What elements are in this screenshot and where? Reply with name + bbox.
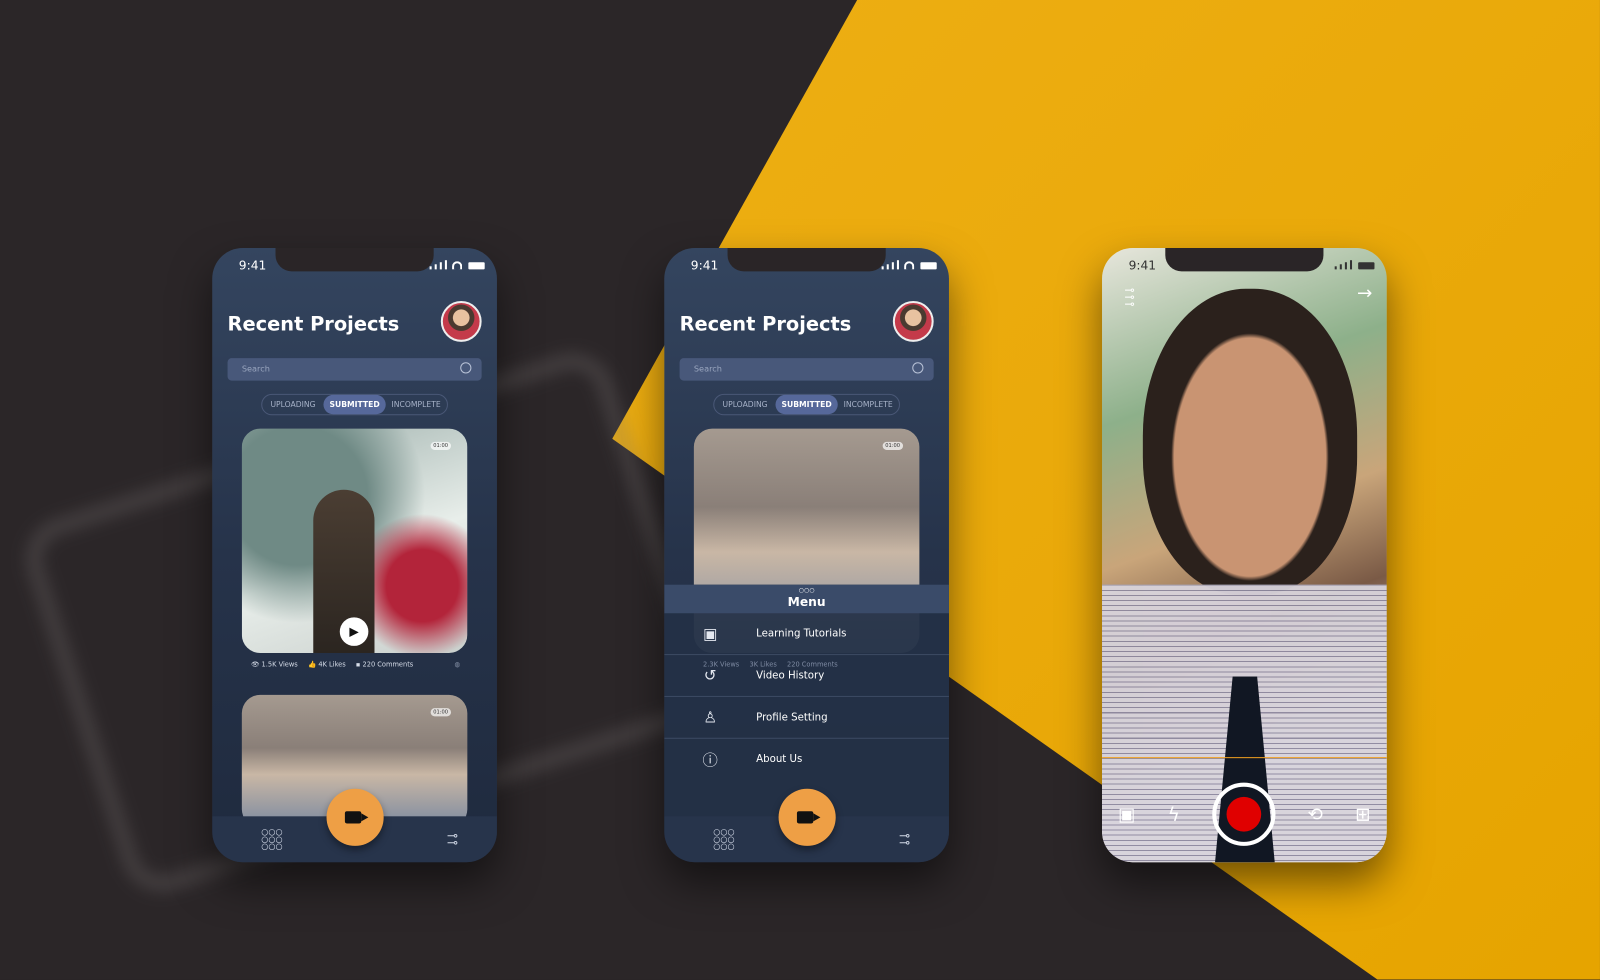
tab-submitted[interactable]: SUBMITTED [323,394,386,415]
grid-menu-icon[interactable]: ○○○ ○○○ ○○○ [713,828,734,850]
menu-item-about-us[interactable]: ⓘ About Us [664,739,949,781]
filter-sliders-icon[interactable]: ⊸ ⊸ [899,829,910,849]
video-tutorial-icon: ▣ [702,624,718,643]
history-icon: ↺ [703,666,717,685]
phone-menu-open: 9:41 Recent Projects Search UPLOADING SU… [664,247,949,863]
avatar[interactable] [440,301,482,342]
comments-count: ▪ 220 Comments [355,660,414,669]
video-stats: 👁 1.5K Views 👍 4K Likes ▪ 220 Comments ◍ [251,660,460,668]
phone-camera-recording: 9:41 ⊸ ⊸ ⊸ → ▣ ϟ ⟲ ⊞ [1102,247,1387,863]
page-title: Recent Projects [679,313,852,336]
status-time: 9:41 [1128,258,1157,273]
search-icon[interactable] [912,362,924,374]
menu-item-label: Video History [756,669,825,682]
record-video-button[interactable] [326,788,384,846]
gallery-video-icon[interactable]: ▣ [1118,804,1135,825]
phone-recent-projects: 9:41 Recent Projects Search UPLOADING SU… [212,247,497,863]
wifi-icon [452,261,463,270]
flash-icon[interactable]: ϟ [1168,804,1180,825]
video-stats-behind-menu: 2.3K Views 3K Likes 220 Comments [703,660,912,668]
views-count: 2.3K Views [703,660,740,669]
duration-badge: 01:00 [430,441,452,450]
menu-item-label: Learning Tutorials [756,628,847,640]
tab-incomplete[interactable]: INCOMPLETE [385,395,447,414]
record-video-button[interactable] [778,788,836,846]
menu-item-label: About Us [756,754,803,766]
status-tabs: UPLOADING SUBMITTED INCOMPLETE [261,393,448,416]
menu-item-learning-tutorials[interactable]: ▣ Learning Tutorials [664,613,949,656]
notch [1165,247,1324,272]
notch [727,247,886,272]
likes-count: 👍 4K Likes [307,660,346,669]
status-icons [881,260,937,270]
camera-subject [1142,288,1358,595]
camera-controls: ▣ ϟ ⟲ ⊞ [1102,782,1387,846]
record-button[interactable] [1212,782,1276,846]
menu-item-label: Profile Setting [756,711,828,723]
tab-incomplete[interactable]: INCOMPLETE [837,395,899,414]
globe-icon[interactable]: ◍ [454,660,460,668]
wifi-icon [904,261,915,270]
filter-sliders-icon[interactable]: ⊸ ⊸ [447,829,458,849]
battery-icon [1358,262,1375,270]
menu-header[interactable]: ○○○ Menu [664,584,949,614]
notch [275,247,434,272]
status-time: 9:41 [690,258,719,273]
duration-badge: 01:00 [882,441,904,450]
status-icons [429,260,485,270]
record-dot-icon [1226,796,1262,832]
search-placeholder: Search [241,364,270,374]
settings-sliders-icon[interactable]: ⊸ ⊸ ⊸ [1124,284,1134,311]
views-count: 👁 1.5K Views [251,660,298,669]
switch-camera-icon[interactable]: ⟲ [1308,804,1323,825]
status-icons [1334,260,1375,270]
arrow-right-icon[interactable]: → [1357,283,1372,304]
duration-badge: 01:00 [430,708,452,717]
avatar[interactable] [892,301,934,342]
menu-title: Menu [787,594,826,610]
video-camera-icon [796,811,821,824]
search-input[interactable]: Search [679,358,934,381]
status-time: 9:41 [238,258,267,273]
search-placeholder: Search [693,364,722,374]
tab-uploading[interactable]: UPLOADING [714,395,776,414]
tab-uploading[interactable]: UPLOADING [262,395,324,414]
comments-count: 220 Comments [787,660,838,669]
battery-icon [920,262,937,270]
play-icon[interactable]: ▶ [339,617,369,646]
user-icon: ♙ [703,708,718,727]
battery-icon [468,262,485,270]
add-frame-icon[interactable]: ⊞ [1355,804,1370,825]
search-input[interactable]: Search [227,358,482,381]
tab-submitted[interactable]: SUBMITTED [775,394,838,415]
info-icon: ⓘ [702,751,718,770]
menu-sheet: ○○○ Menu ▣ Learning Tutorials ↺ Video Histo… [664,584,949,818]
menu-item-profile-setting[interactable]: ♙ Profile Setting [664,697,949,739]
drag-handle-icon[interactable]: ○○○ [664,585,949,595]
page-title: Recent Projects [227,313,400,336]
frame-guide-line [1102,757,1387,759]
video-camera-icon [344,811,369,824]
status-tabs: UPLOADING SUBMITTED INCOMPLETE [713,393,900,416]
search-icon[interactable] [460,362,472,374]
video-card[interactable]: 01:00 ▶ [241,428,468,654]
likes-count: 3K Likes [749,660,777,669]
grid-menu-icon[interactable]: ○○○ ○○○ ○○○ [261,828,282,850]
